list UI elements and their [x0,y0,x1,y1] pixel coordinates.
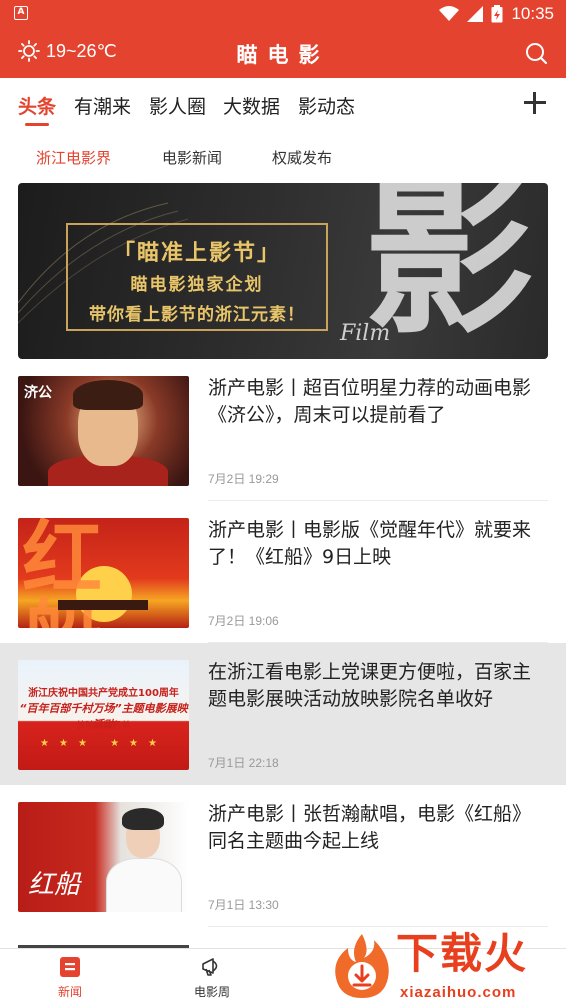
tab-headlines[interactable]: 头条 [18,92,56,119]
a-notification-icon: A [14,6,28,20]
news-item[interactable]: 红船 浙产电影丨张哲瀚献唱，电影《红船》同名主题曲今起上线 7月1日 13:30 [0,785,566,927]
banner-line1: 「瞄准上影节」 [112,241,281,266]
battery-icon [491,5,503,23]
thumb-badge: 济公 [24,385,52,401]
thumb-stars: ★★★ ★★★ [40,738,167,749]
channel-tabs: 头条 有潮来 影人圈 大数据 影动态 [0,78,566,132]
thumb-title-art: 红船 [22,518,106,628]
subtab-official[interactable]: 权威发布 [272,147,332,168]
status-time: 10:35 [511,4,554,23]
divider [208,926,548,927]
tab-big-data[interactable]: 大数据 [223,92,280,119]
status-bar: A 10:35 [0,0,566,28]
status-icons: 10:35 [439,4,554,24]
megaphone-icon [202,958,218,976]
news-time: 7月2日 19:29 [208,472,279,486]
news-title: 在浙江看电影上党课更方便啦，百家主题电影展映活动放映影院名单收好 [208,661,532,710]
thumb-line1: 浙江庆祝中国共产党成立100周年 [28,688,179,699]
wifi-icon [439,6,460,21]
news-title: 浙产电影丨电影版《觉醒年代》就要来了！《红船》9日上映 [208,519,532,568]
plus-icon[interactable] [524,92,546,114]
tab-film-news[interactable]: 影动态 [298,92,355,119]
subtab-zhejiang[interactable]: 浙江电影界 [36,147,111,168]
banner-frame: 「瞄准上影节」 瞄电影独家企划 带你看上影节的浙江元素！ [66,223,328,331]
app-bar: 19~26℃ 瞄电影 [0,28,566,78]
signal-icon [467,6,484,22]
news-thumbnail: 济公 [18,376,189,486]
thumb-person-body [106,858,182,912]
news-item[interactable]: 浙江庆祝中国共产党成立100周年 “百年百部千村万场”主题电影展映活动 放映影院… [0,643,566,785]
news-thumbnail: 浙江庆祝中国共产党成立100周年 “百年百部千村万场”主题电影展映活动 放映影院… [18,660,189,770]
watermark-url: xiazaihuo.com [400,984,517,1001]
watermark-text: 下载火 [396,929,529,978]
nav-news-label: 新闻 [57,985,82,999]
app-title: 瞄电影 [236,43,330,67]
screen: A 10:35 19~26℃ 瞄电影 头条 有潮来 影人圈 大数据 影动态 浙江… [0,0,566,1006]
thumb-line3: 放映影院名单 [76,721,131,731]
news-title: 浙产电影丨超百位明星力荐的动画电影《济公》，周末可以提前看了 [208,377,532,426]
banner-big-character: 影 [363,183,534,358]
nav-film-week-label: 电影周 [193,985,230,999]
tab-film-people[interactable]: 影人圈 [149,92,206,119]
banner-line2: 瞄电影独家企划 [130,275,264,295]
thumb-boat [58,600,148,610]
news-title: 浙产电影丨张哲瀚献唱，电影《红船》同名主题曲今起上线 [208,803,532,852]
news-item[interactable]: 红船 浙产电影丨电影版《觉醒年代》就要来了！《红船》9日上映 7月2日 19:0… [0,501,566,643]
tab-trends[interactable]: 有潮来 [74,92,131,119]
nav-film-week[interactable]: 电影周 [172,955,252,1000]
news-thumbnail: 红船 [18,518,189,628]
search-icon[interactable] [524,41,548,65]
news-thumbnail: 红船 [18,802,189,912]
news-time: 7月2日 19:06 [208,614,279,628]
watermark: 下载火 xiazaihuo.com [330,928,558,1004]
news-icon [60,957,80,977]
news-time: 7月1日 22:18 [208,756,279,770]
news-item[interactable]: 济公 浙产电影丨超百位明星力荐的动画电影《济公》，周末可以提前看了 7月2日 1… [0,359,566,501]
thumb-person-hair [122,808,164,830]
banner[interactable]: 「瞄准上影节」 瞄电影独家企划 带你看上影节的浙江元素！ 影 Film [18,183,548,359]
sub-tabs: 浙江电影界 电影新闻 权威发布 [0,132,566,180]
banner-line3: 带你看上影节的浙江元素！ [89,305,305,325]
flame-logo-icon [335,934,389,998]
active-tab-indicator [25,123,49,126]
thumb-script-title: 红船 [28,870,81,900]
news-time: 7月1日 13:30 [208,898,279,912]
banner-film-text: Film [340,321,391,346]
nav-news[interactable]: 新闻 [30,955,110,1000]
subtab-film-news[interactable]: 电影新闻 [162,147,222,168]
thumb-hair [73,380,143,410]
